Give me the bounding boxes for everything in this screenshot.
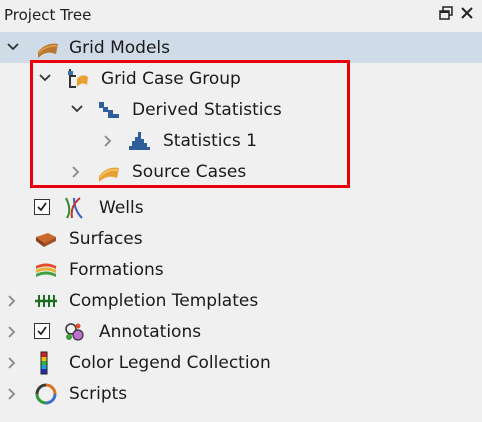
- tree-item-wells[interactable]: Wells: [0, 192, 482, 223]
- formations-icon: [34, 258, 58, 282]
- color-legend-icon: [34, 351, 58, 375]
- tree-item-annotations[interactable]: Annotations: [0, 316, 482, 347]
- completion-templates-icon: [34, 289, 58, 313]
- tree-item-color-legend-collection[interactable]: Color Legend Collection: [0, 347, 482, 378]
- panel-title-bar: Project Tree: [0, 0, 482, 32]
- tree-item-label: Completion Templates: [69, 291, 259, 311]
- float-window-icon[interactable]: [437, 6, 455, 24]
- tree-item-label: Grid Models: [69, 38, 170, 58]
- panel-title: Project Tree: [4, 6, 92, 24]
- expand-arrow-icon[interactable]: [102, 125, 116, 156]
- expand-arrow-icon[interactable]: [6, 378, 20, 409]
- tree-item-completion-templates[interactable]: Completion Templates: [0, 285, 482, 316]
- tree-item-label: Scripts: [69, 384, 128, 404]
- collapse-arrow-icon[interactable]: [70, 94, 84, 125]
- tree-item-grid-models[interactable]: Grid Models: [0, 32, 482, 63]
- derived-statistics-icon: [97, 98, 121, 122]
- collapse-arrow-icon[interactable]: [38, 63, 52, 94]
- tree-item-derived-statistics[interactable]: Derived Statistics: [0, 94, 482, 125]
- collapse-arrow-icon[interactable]: [6, 32, 20, 63]
- annotations-icon: [62, 320, 86, 344]
- tree-item-statistics-1[interactable]: Statistics 1: [0, 125, 482, 156]
- tree-item-label: Statistics 1: [163, 131, 257, 151]
- tree-item-formations[interactable]: Formations: [0, 254, 482, 285]
- tree-item-grid-case-group[interactable]: Grid Case Group: [0, 63, 482, 94]
- tree-item-label: Source Cases: [132, 162, 247, 182]
- wells-checkbox[interactable]: [34, 199, 50, 215]
- annotations-checkbox[interactable]: [34, 323, 50, 339]
- expand-arrow-icon[interactable]: [6, 285, 20, 316]
- tree-item-label: Derived Statistics: [132, 100, 282, 120]
- tree-item-label: Formations: [69, 260, 164, 280]
- wells-icon: [62, 196, 86, 220]
- tree-item-scripts[interactable]: Scripts: [0, 378, 482, 409]
- grid-models-icon: [36, 36, 60, 60]
- project-tree-panel: Project Tree Grid Models Grid Case Group…: [0, 0, 482, 422]
- tree-item-label: Wells: [99, 198, 144, 218]
- grid-case-group-icon: [66, 67, 90, 91]
- scripts-icon: [34, 382, 58, 406]
- statistics-histogram-icon: [128, 129, 152, 153]
- tree-item-label: Annotations: [99, 322, 202, 342]
- tree-item-label: Color Legend Collection: [69, 353, 271, 373]
- close-icon[interactable]: [458, 6, 476, 24]
- tree-item-label: Grid Case Group: [101, 69, 241, 89]
- tree-item-source-cases[interactable]: Source Cases: [0, 156, 482, 187]
- expand-arrow-icon[interactable]: [70, 156, 84, 187]
- tree-item-label: Surfaces: [69, 229, 143, 249]
- surfaces-icon: [34, 227, 58, 251]
- expand-arrow-icon[interactable]: [6, 316, 20, 347]
- expand-arrow-icon[interactable]: [6, 347, 20, 378]
- tree-view: Grid Models Grid Case Group Derived Stat…: [0, 32, 482, 422]
- source-cases-icon: [97, 160, 121, 184]
- tree-item-surfaces[interactable]: Surfaces: [0, 223, 482, 254]
